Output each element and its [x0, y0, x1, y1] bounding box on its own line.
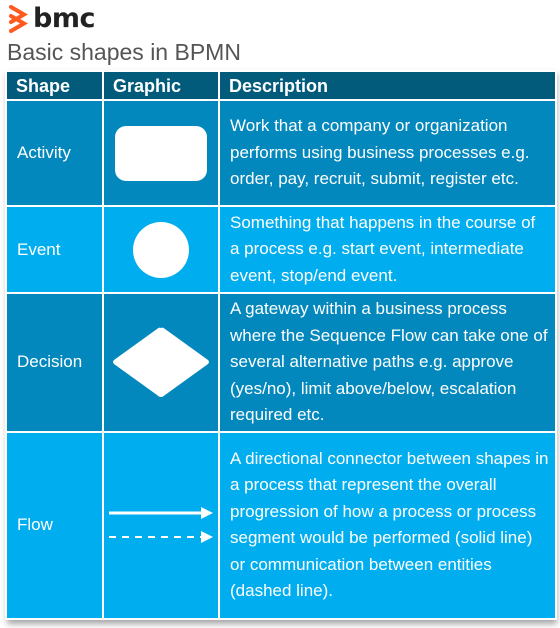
brand-name: bmc [33, 3, 95, 34]
page-title: Basic shapes in BPMN [7, 39, 241, 65]
shape-name: Event [5, 205, 104, 294]
table-row-event: Event Something that happens in the cour… [5, 205, 557, 294]
header-shape: Shape [5, 70, 104, 101]
table-header-row: Shape Graphic Description [5, 70, 557, 101]
shape-description: A gateway within a business process wher… [218, 292, 557, 433]
header-graphic: Graphic [102, 70, 220, 101]
bpmn-shapes-table: Shape Graphic Description Activity Work … [5, 70, 557, 620]
table-row-decision: Decision A gateway within a business pro… [5, 292, 557, 433]
graphic-cell [102, 292, 220, 433]
graphic-cell [102, 205, 220, 294]
shape-name: Activity [5, 99, 104, 207]
shape-name: Decision [5, 292, 104, 433]
table-row-flow: Flow A directional connector between sha [5, 430, 557, 620]
shape-name: Flow [5, 430, 104, 620]
event-circle-icon [133, 221, 189, 278]
shape-description: A directional connector between shapes i… [218, 430, 557, 620]
decision-diamond-icon [113, 327, 209, 398]
graphic-cell [102, 99, 220, 207]
header-description: Description [218, 70, 557, 101]
flow-arrows-icon [109, 507, 213, 543]
shape-description: Work that a company or organization perf… [218, 99, 557, 207]
shape-description: Something that happens in the course of … [218, 205, 557, 294]
graphic-cell [102, 430, 220, 620]
activity-rounded-rectangle-icon [115, 125, 207, 181]
solid-arrow-icon [109, 507, 213, 519]
brand-logo: bmc [7, 4, 95, 34]
bmc-logo-icon [9, 5, 29, 33]
dashed-arrow-icon [109, 531, 213, 543]
table-row-activity: Activity Work that a company or organiza… [5, 99, 557, 207]
